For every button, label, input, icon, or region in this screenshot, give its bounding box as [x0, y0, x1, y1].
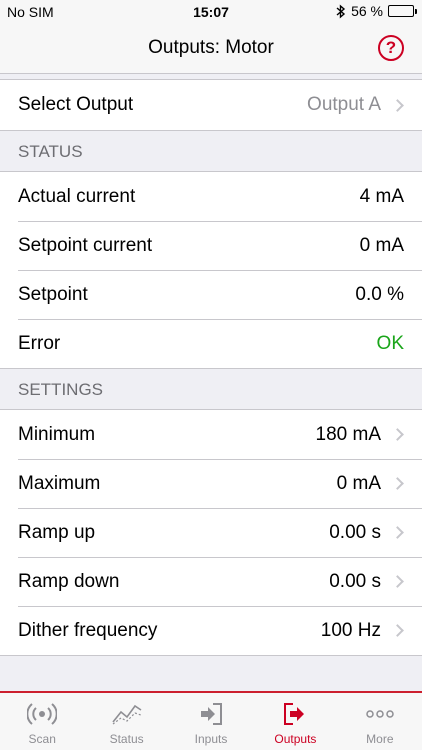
row-label: Setpoint current: [18, 234, 153, 256]
row-label: Ramp up: [18, 521, 96, 543]
setting-row-ramp-up[interactable]: Ramp up 0.00 s: [0, 508, 422, 557]
chevron-right-icon: [391, 428, 404, 441]
tab-status[interactable]: Status: [84, 693, 168, 750]
setting-row-ramp-down[interactable]: Ramp down 0.00 s: [0, 557, 422, 606]
scan-icon: [27, 701, 58, 727]
chevron-right-icon: [391, 526, 404, 539]
select-output-value: Output A: [307, 94, 381, 115]
tab-outputs[interactable]: Outputs: [253, 693, 337, 750]
status-row-actual-current: Actual current 4 mA: [0, 172, 422, 221]
select-output-group: Select Output Output A: [0, 79, 422, 131]
settings-section-header: SETTINGS: [18, 380, 104, 399]
row-value: 0.00 s: [329, 570, 381, 592]
tab-scan[interactable]: Scan: [0, 693, 84, 750]
tab-label: Inputs: [194, 732, 228, 746]
row-value: 4 mA: [359, 185, 404, 207]
tab-label: Scan: [28, 732, 56, 746]
status-row-setpoint-current: Setpoint current 0 mA: [0, 221, 422, 270]
more-icon: [365, 701, 395, 727]
row-value: 0.0 %: [355, 283, 404, 305]
row-label: Error: [18, 332, 61, 354]
help-button[interactable]: ?: [378, 35, 404, 61]
select-output-row[interactable]: Select Output Output A: [0, 80, 422, 130]
row-label: Actual current: [18, 185, 136, 207]
row-label: Ramp down: [18, 570, 120, 592]
chevron-right-icon: [391, 477, 404, 490]
chevron-right-icon: [391, 624, 404, 637]
page-title: Outputs: Motor: [148, 37, 274, 58]
status-group: Actual current 4 mA Setpoint current 0 m…: [0, 171, 422, 369]
tab-bar: Scan Status Inputs Outputs More: [0, 691, 422, 750]
status-row-error: Error OK: [0, 319, 422, 368]
outputs-icon: [282, 701, 308, 727]
tab-label: Status: [109, 732, 144, 746]
row-label: Setpoint: [18, 283, 88, 305]
main-content: Select Output Output A STATUS Actual cur…: [0, 75, 422, 690]
select-output-label: Select Output: [18, 94, 134, 115]
status-chart-icon: [111, 701, 143, 727]
status-section-header: STATUS: [18, 142, 83, 161]
row-value: 0 mA: [336, 472, 381, 494]
row-value: 100 Hz: [320, 619, 381, 641]
setting-row-minimum[interactable]: Minimum 180 mA: [0, 410, 422, 459]
settings-group: Minimum 180 mA Maximum 0 mA Ramp up 0.00…: [0, 409, 422, 656]
row-label: Dither frequency: [18, 619, 158, 641]
row-label: Maximum: [18, 472, 101, 494]
status-bar: No SIM 15:07 56 %: [0, 0, 422, 26]
setting-row-dither-frequency[interactable]: Dither frequency 100 Hz: [0, 606, 422, 655]
row-value: 0.00 s: [329, 521, 381, 543]
error-status-value: OK: [376, 332, 404, 354]
chevron-right-icon: [391, 98, 404, 112]
row-value: 180 mA: [315, 423, 381, 445]
inputs-icon: [198, 701, 224, 727]
tab-label: Outputs: [274, 732, 317, 746]
status-row-setpoint: Setpoint 0.0 %: [0, 270, 422, 319]
tab-inputs[interactable]: Inputs: [169, 693, 253, 750]
tab-more[interactable]: More: [338, 693, 422, 750]
bluetooth-icon: [336, 3, 346, 19]
row-value: 0 mA: [359, 234, 404, 256]
status-right: 56 %: [336, 3, 417, 19]
battery-percent: 56 %: [351, 3, 383, 19]
row-label: Minimum: [18, 423, 96, 445]
tab-label: More: [366, 732, 394, 746]
battery-icon: [388, 5, 417, 17]
setting-row-maximum[interactable]: Maximum 0 mA: [0, 459, 422, 508]
chevron-right-icon: [391, 575, 404, 588]
navigation-bar: Outputs: Motor ?: [0, 26, 422, 74]
